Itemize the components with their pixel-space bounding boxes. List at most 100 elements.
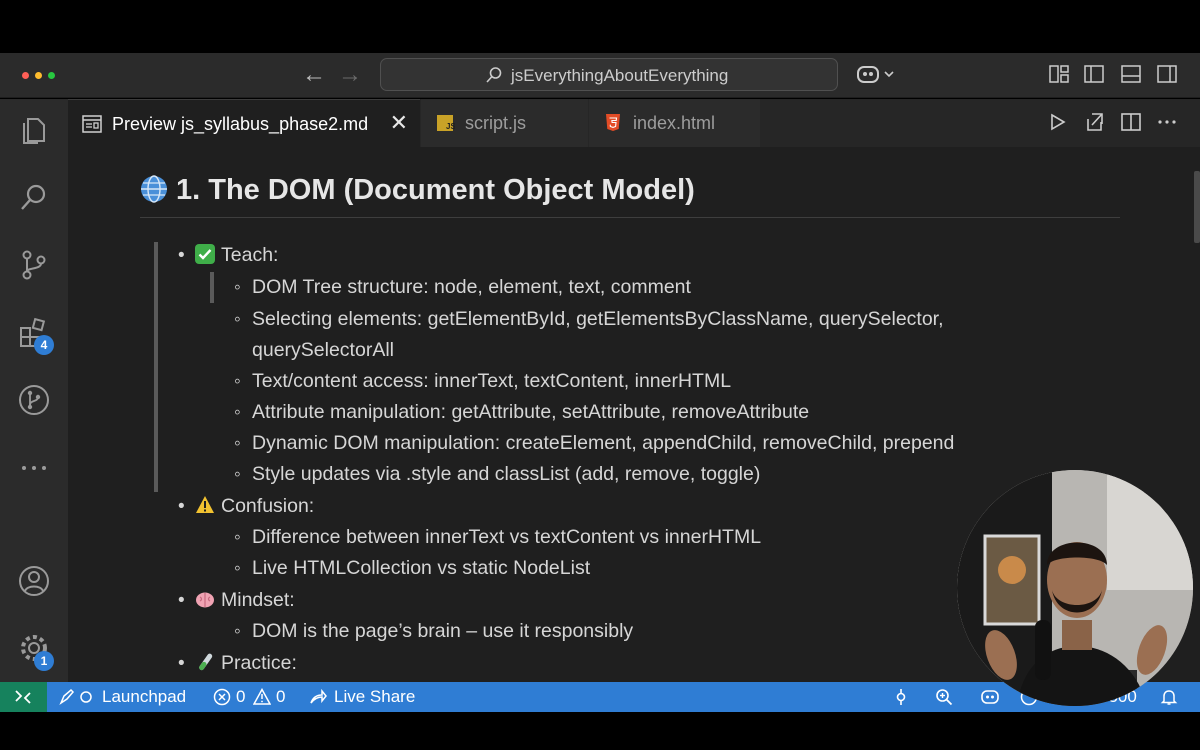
toggle-primary-sidebar-icon[interactable] [1083, 63, 1105, 85]
list-item: Dynamic DOM manipulation: createElement,… [252, 432, 955, 454]
blockquote-bar [154, 242, 158, 492]
check-mark-emoji-icon [195, 244, 215, 264]
toggle-panel-icon[interactable] [1120, 63, 1142, 85]
source-control-icon[interactable] [17, 248, 51, 282]
search-icon [486, 67, 502, 83]
list-item-teach: Teach: [195, 244, 278, 267]
vertical-scrollbar[interactable] [1194, 171, 1200, 243]
list-item: Attribute manipulation: getAttribute, se… [252, 401, 810, 423]
svg-text:JS: JS [446, 122, 455, 131]
go-forward-icon[interactable]: → [338, 61, 362, 89]
copilot-status-icon[interactable] [980, 688, 1000, 706]
zoom-icon[interactable] [935, 688, 953, 706]
explorer-icon[interactable] [17, 113, 51, 147]
heading-rule [140, 217, 1120, 218]
toggle-secondary-sidebar-icon[interactable] [1156, 63, 1178, 85]
brain-emoji-icon [196, 592, 214, 608]
error-count[interactable]: 0 [236, 687, 245, 707]
tab-script-js[interactable]: JS script.js [421, 99, 588, 147]
remote-indicator[interactable] [0, 682, 47, 712]
notifications-bell-icon[interactable] [1160, 688, 1178, 706]
warning-emoji-icon [196, 496, 214, 513]
section-heading: 1. The DOM (Document Object Model) [140, 174, 695, 207]
bullet-circle: ◦ [234, 527, 241, 548]
list-item: Selecting elements: getElementById, getE… [252, 308, 944, 330]
window-controls[interactable] [22, 72, 55, 79]
bullet-circle: ◦ [234, 277, 241, 298]
list-item-label: Mindset: [221, 589, 295, 611]
close-window-dot[interactable] [22, 72, 29, 79]
cursor-line-indicator [210, 272, 214, 303]
list-item: Difference between innerText vs textCont… [252, 526, 762, 548]
launchpad-icon [59, 688, 92, 706]
accounts-icon[interactable] [17, 564, 51, 598]
warning-count[interactable]: 0 [276, 687, 285, 707]
editor-tabs: Preview js_syllabus_phase2.md ✕ JS scrip… [68, 99, 1200, 147]
bullet-circle: ◦ [234, 371, 241, 392]
git-graph-icon[interactable] [17, 383, 51, 417]
activity-bar: 4 1 [0, 99, 68, 682]
list-item: Style updates via .style and classList (… [252, 463, 761, 485]
list-item-wrap: querySelectorAll [252, 339, 394, 361]
extensions-badge: 4 [34, 335, 54, 355]
title-bar: ← → jsEverythingAboutEverything [0, 53, 1200, 98]
test-tube-emoji-icon [199, 653, 213, 671]
html5-file-icon [606, 114, 620, 131]
customize-layout-icon[interactable] [1048, 63, 1070, 85]
list-item-label: Teach: [221, 244, 279, 266]
more-actions-icon[interactable] [1156, 111, 1178, 133]
list-item-confusion: Confusion: [195, 495, 314, 518]
video-letterbox-bottom [0, 712, 1200, 750]
git-commit-icon[interactable] [892, 688, 910, 706]
more-views-icon[interactable] [17, 451, 51, 485]
run-icon[interactable] [1046, 111, 1068, 133]
tab-preview-syllabus[interactable]: Preview js_syllabus_phase2.md ✕ [68, 99, 420, 147]
manage-badge: 1 [34, 651, 54, 671]
bullet-circle: ◦ [234, 402, 241, 423]
list-item-mindset: Mindset: [195, 589, 295, 612]
bullet-dot: • [178, 653, 185, 674]
tab-index-html[interactable]: index.html [589, 99, 760, 147]
command-center[interactable]: jsEverythingAboutEverything [380, 58, 838, 91]
launchpad-status[interactable]: Launchpad [102, 687, 186, 707]
list-item: DOM Tree structure: node, element, text,… [252, 276, 691, 298]
presenter-webcam-overlay [957, 470, 1193, 706]
list-item: Live HTMLCollection vs static NodeList [252, 557, 591, 579]
bullet-dot: • [178, 496, 185, 517]
command-center-label: jsEverythingAboutEverything [511, 66, 729, 85]
presenter-video-image [957, 470, 1193, 706]
video-letterbox-top [0, 0, 1200, 53]
error-icon [213, 688, 231, 706]
list-item-label: Confusion: [221, 495, 315, 517]
list-item: DOM is the page’s brain – use it respons… [252, 620, 634, 642]
copilot-icon[interactable] [856, 62, 896, 88]
bullet-dot: • [178, 590, 185, 611]
preview-icon [82, 115, 102, 133]
close-tab-icon[interactable]: ✕ [390, 111, 408, 135]
bullet-circle: ◦ [234, 558, 241, 579]
bullet-circle: ◦ [234, 621, 241, 642]
list-item-label: Practice: [221, 652, 297, 674]
bullet-circle: ◦ [234, 464, 241, 485]
go-back-icon[interactable]: ← [302, 61, 326, 89]
minimize-window-dot[interactable] [35, 72, 42, 79]
split-editor-icon[interactable] [1120, 111, 1142, 133]
globe-emoji-icon [141, 175, 167, 203]
remote-icon [15, 690, 31, 704]
list-item: Text/content access: innerText, textCont… [252, 370, 732, 392]
bullet-circle: ◦ [234, 433, 241, 454]
live-share-icon [310, 688, 327, 704]
maximize-window-dot[interactable] [48, 72, 55, 79]
search-sidebar-icon[interactable] [17, 181, 51, 215]
open-source-icon[interactable] [1084, 111, 1106, 133]
tab-label: index.html [633, 113, 716, 133]
bullet-circle: ◦ [234, 309, 241, 330]
tab-label: script.js [465, 113, 527, 133]
live-share-status[interactable]: Live Share [334, 687, 415, 707]
tab-label: Preview js_syllabus_phase2.md [112, 114, 369, 134]
heading-text: 1. The DOM (Document Object Model) [176, 174, 695, 206]
js-file-icon: JS [437, 115, 455, 131]
bullet-dot: • [178, 245, 185, 266]
warning-icon [253, 688, 271, 705]
list-item-practice: Practice: [195, 652, 297, 675]
